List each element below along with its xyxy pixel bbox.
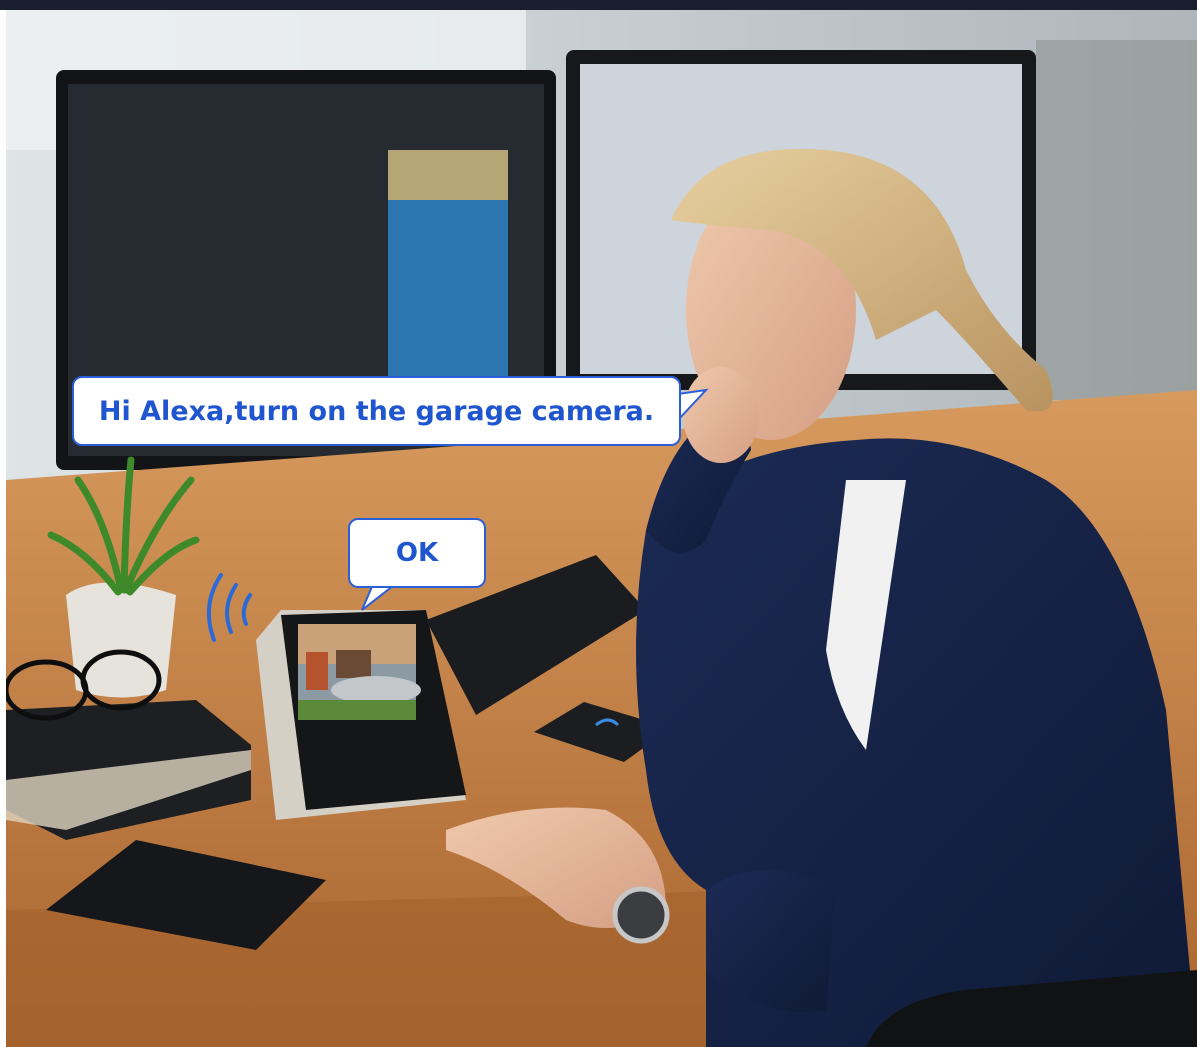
photo-frame: Hi Alexa,turn on the garage camera. OK xyxy=(0,0,1197,1047)
user-speech-text: Hi Alexa,turn on the garage camera. xyxy=(98,395,655,427)
office-scene xyxy=(6,10,1197,1047)
bubble-pointers xyxy=(361,388,709,611)
device-response-bubble: OK xyxy=(348,518,486,588)
device-response-text: OK xyxy=(395,538,439,568)
user-speech-bubble: Hi Alexa,turn on the garage camera. xyxy=(72,376,681,446)
top-bar xyxy=(0,0,1197,10)
